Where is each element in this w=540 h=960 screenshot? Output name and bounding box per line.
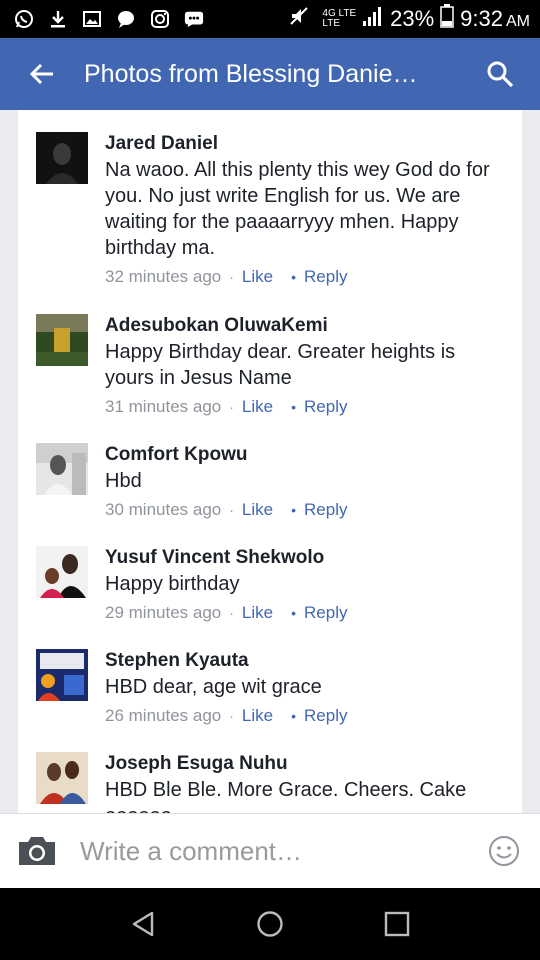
comment-text: Happy Birthday dear. Greater heights is … <box>105 341 456 389</box>
comment-text: HBD Ble Ble. More Grace. Cheers. Cake oo… <box>105 779 467 813</box>
like-button[interactable]: Like <box>242 706 273 726</box>
search-button[interactable] <box>478 52 522 96</box>
smiley-icon <box>489 836 519 866</box>
separator-dot: • <box>291 269 297 285</box>
comment-meta: 32 minutes ago · Like • Reply <box>105 267 495 287</box>
status-bar: 4G LTE LTE 23% 9:32 AM <box>0 0 540 38</box>
comment-meta: 26 minutes ago · Like • Reply <box>105 706 495 726</box>
gallery-icon <box>82 9 102 29</box>
comment-body: Joseph Esuga Nuhu HBD Ble Ble. More Grac… <box>105 752 495 813</box>
separator-dot: • <box>291 605 297 621</box>
camera-icon <box>19 837 55 865</box>
system-nav-bar <box>0 888 540 960</box>
comment-author[interactable]: Adesubokan OluwaKemi <box>105 314 495 338</box>
bbm-icon <box>184 9 204 29</box>
instagram-icon <box>150 9 170 29</box>
whatsapp-icon <box>14 9 34 29</box>
comment-author[interactable]: Yusuf Vincent Shekwolo <box>105 546 495 570</box>
status-indicators: 4G LTE LTE 23% 9:32 AM <box>288 4 530 34</box>
back-button[interactable] <box>0 38 84 110</box>
mute-icon <box>288 5 310 33</box>
comment-time: 29 minutes ago <box>105 603 222 622</box>
separator-dot: · <box>229 269 234 285</box>
comment-author[interactable]: Stephen Kyauta <box>105 649 495 673</box>
separator-dot: • <box>291 708 297 724</box>
comment-text: Na waoo. All this plenty this wey God do… <box>105 159 490 259</box>
comment-time: 32 minutes ago <box>105 267 222 286</box>
separator-dot: • <box>291 502 297 518</box>
download-icon <box>48 9 68 29</box>
app-bar: Photos from Blessing Danie… <box>0 38 540 110</box>
comment-author[interactable]: Comfort Kpowu <box>105 443 495 467</box>
separator-dot: • <box>291 399 297 415</box>
comment-time: 31 minutes ago <box>105 397 222 416</box>
comment-author[interactable]: Joseph Esuga Nuhu <box>105 752 495 776</box>
comment-meta: 29 minutes ago · Like • Reply <box>105 603 495 623</box>
like-button[interactable]: Like <box>242 603 273 623</box>
clock: 9:32 AM <box>460 6 530 31</box>
comment-author[interactable]: Jared Daniel <box>105 132 495 156</box>
separator-dot: · <box>229 708 234 724</box>
comment-text: Happy birthday <box>105 573 240 595</box>
reply-button[interactable]: Reply <box>304 706 347 726</box>
comments-list[interactable]: Jared Daniel Na waoo. All this plenty th… <box>18 110 522 813</box>
page-title: Photos from Blessing Danie… <box>84 59 418 88</box>
reply-button[interactable]: Reply <box>304 500 347 520</box>
emoji-button[interactable] <box>488 835 520 867</box>
reply-button[interactable]: Reply <box>304 397 347 417</box>
comment-body: Stephen Kyauta HBD dear, age wit grace 2… <box>105 649 495 726</box>
triangle-back-icon <box>133 911 154 937</box>
avatar[interactable] <box>36 132 88 184</box>
avatar[interactable] <box>36 443 88 495</box>
camera-button[interactable] <box>16 834 58 868</box>
comment-body: Yusuf Vincent Shekwolo Happy birthday 29… <box>105 546 495 623</box>
comment-meta: 31 minutes ago · Like • Reply <box>105 397 495 417</box>
comment-meta: 30 minutes ago · Like • Reply <box>105 500 495 520</box>
signal-icon <box>362 5 384 33</box>
separator-dot: · <box>229 605 234 621</box>
avatar[interactable] <box>36 314 88 366</box>
comment-time: 30 minutes ago <box>105 500 222 519</box>
comment-time: 26 minutes ago <box>105 706 222 725</box>
search-icon <box>487 61 514 88</box>
separator-dot: · <box>229 399 234 415</box>
chat-bubble-icon <box>116 9 136 29</box>
reply-button[interactable]: Reply <box>304 603 347 623</box>
avatar[interactable] <box>36 752 88 804</box>
reply-button[interactable]: Reply <box>304 267 347 287</box>
comment-body: Adesubokan OluwaKemi Happy Birthday dear… <box>105 314 495 417</box>
circle-home-icon <box>257 911 283 937</box>
separator-dot: · <box>229 502 234 518</box>
comment-text: Hbd <box>105 470 142 492</box>
like-button[interactable]: Like <box>242 397 273 417</box>
square-recents-icon <box>384 911 409 937</box>
nav-home-button[interactable] <box>250 904 290 944</box>
comment-body: Comfort Kpowu Hbd 30 minutes ago · Like … <box>105 443 495 520</box>
battery-percent: 23% <box>390 6 435 31</box>
network-type: 4G LTE LTE <box>322 8 357 29</box>
comment-composer <box>0 813 540 888</box>
like-button[interactable]: Like <box>242 267 273 287</box>
like-button[interactable]: Like <box>242 500 273 520</box>
avatar[interactable] <box>36 546 88 598</box>
comment-body: Jared Daniel Na waoo. All this plenty th… <box>105 132 495 287</box>
avatar[interactable] <box>36 649 88 701</box>
battery-icon <box>440 4 454 34</box>
notification-icons <box>14 9 204 29</box>
arrow-left-icon <box>29 63 53 85</box>
comment-input[interactable] <box>80 832 470 870</box>
comment-text: HBD dear, age wit grace <box>105 676 322 698</box>
nav-recents-button[interactable] <box>377 904 417 944</box>
nav-back-button[interactable] <box>123 904 163 944</box>
